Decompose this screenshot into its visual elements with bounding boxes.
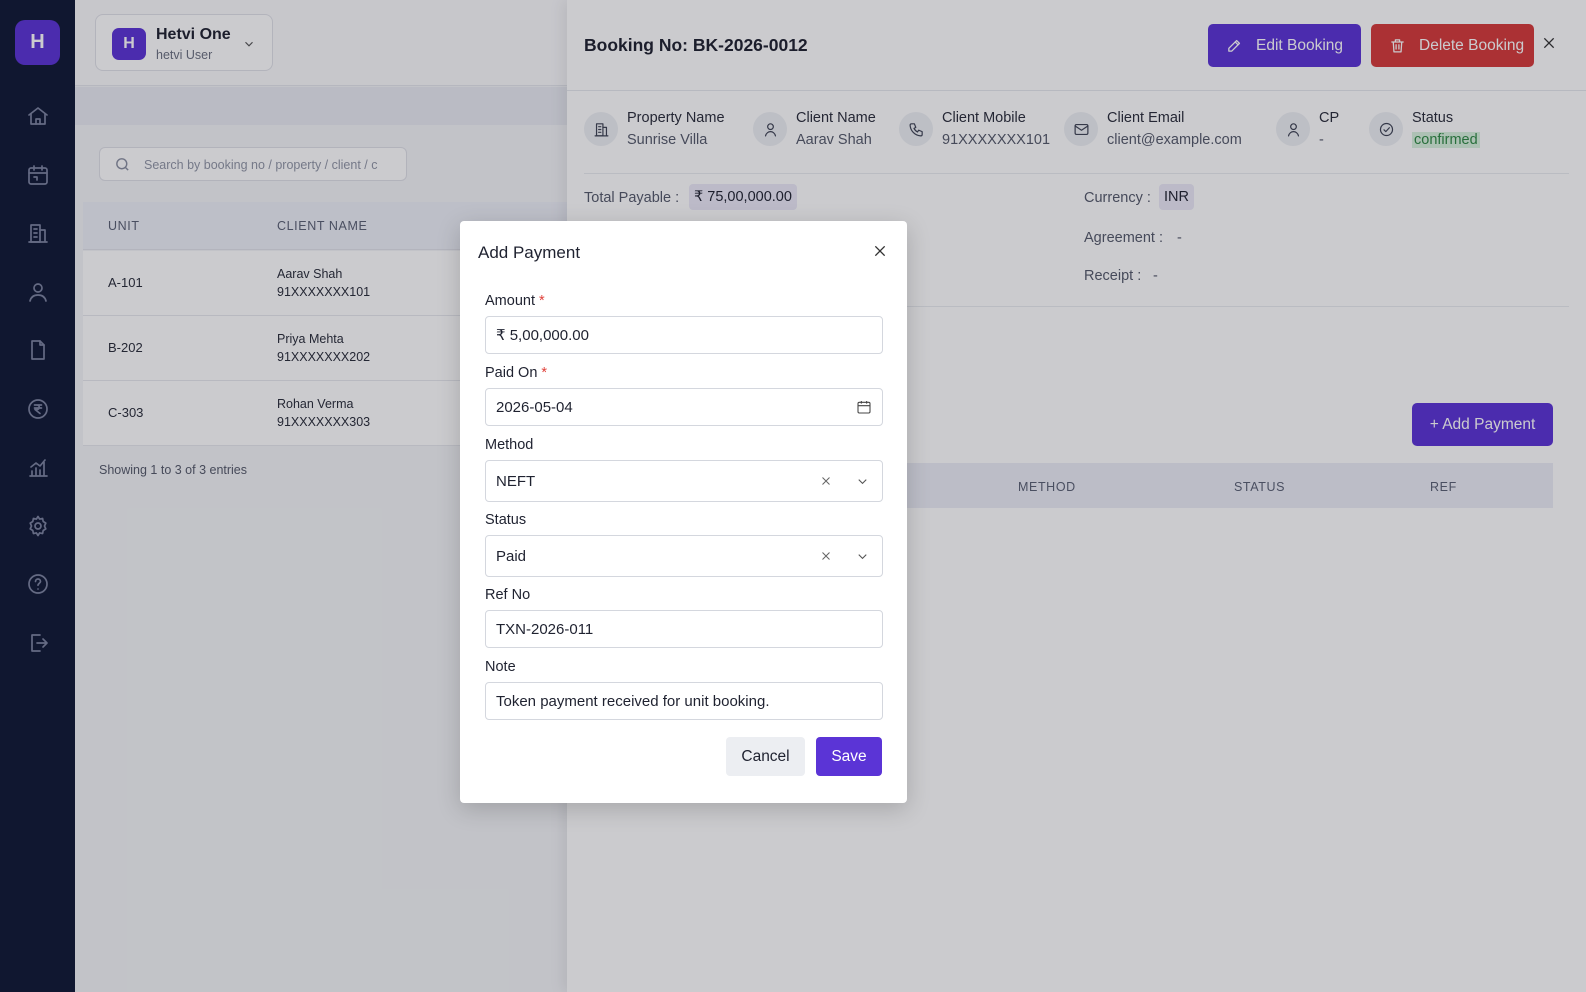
add-payment-modal: Add Payment Amount* Paid On* Method NEFT…	[460, 221, 907, 803]
clear-icon[interactable]	[819, 474, 835, 490]
calendar-icon[interactable]	[856, 399, 874, 417]
required-mark: *	[538, 293, 545, 309]
method-label: Method	[485, 437, 534, 453]
ref-no-label: Ref No	[485, 587, 531, 603]
method-selected-value: NEFT	[496, 473, 536, 490]
amount-field[interactable]	[485, 316, 883, 354]
chevron-down-icon[interactable]	[855, 549, 871, 565]
note-field[interactable]	[485, 682, 883, 720]
note-label: Note	[485, 659, 516, 675]
save-button[interactable]: Save	[816, 737, 882, 776]
chevron-down-icon[interactable]	[855, 474, 871, 490]
clear-icon[interactable]	[819, 549, 835, 565]
required-mark: *	[541, 365, 548, 381]
paid-on-label: Paid On *	[485, 365, 548, 381]
ref-no-field[interactable]	[485, 610, 883, 648]
amount-label: Amount *	[485, 293, 545, 309]
close-icon[interactable]	[872, 243, 890, 261]
cancel-button[interactable]: Cancel	[726, 737, 805, 776]
method-select[interactable]: NEFT	[485, 460, 883, 502]
status-select[interactable]: Paid	[485, 535, 883, 577]
status-selected-value: Paid	[496, 548, 527, 565]
paid-on-date-field[interactable]	[485, 388, 883, 426]
status-label: Status	[485, 512, 527, 528]
modal-title: Add Payment	[478, 243, 581, 262]
